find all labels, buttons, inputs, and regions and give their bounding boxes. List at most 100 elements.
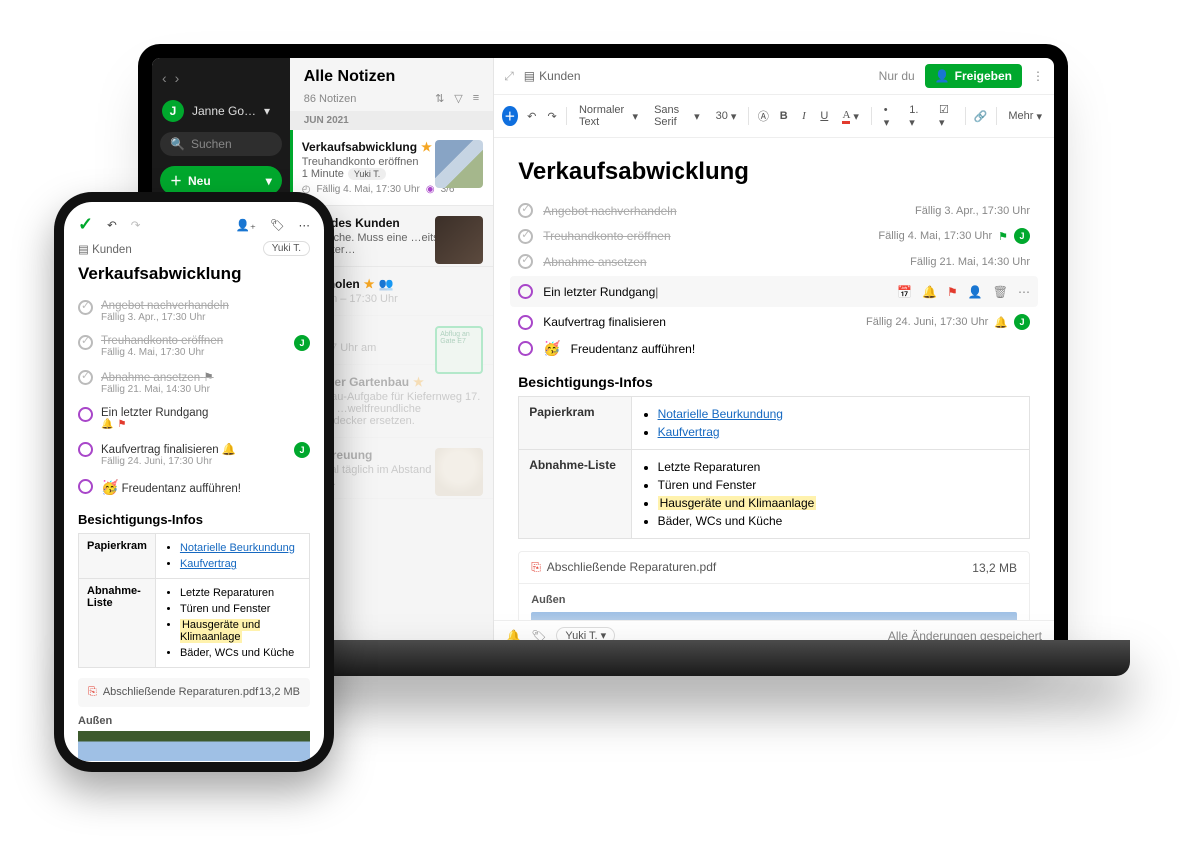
- undo-icon[interactable]: ↶: [107, 218, 117, 232]
- more-icon[interactable]: ⋯: [299, 218, 311, 232]
- sort-icon[interactable]: ⇅: [435, 92, 444, 105]
- chevron-down-icon[interactable]: ▾: [266, 174, 272, 188]
- bullet-list-icon[interactable]: • ▾: [880, 102, 898, 131]
- task-checkbox[interactable]: [518, 254, 533, 269]
- chevron-down-icon: ▾: [694, 110, 700, 123]
- search-icon: 🔍: [170, 137, 185, 151]
- attachment-name: Abschließende Reparaturen.pdf: [547, 560, 716, 574]
- undo-icon[interactable]: ↶: [526, 110, 538, 123]
- chevron-down-icon: ▾: [731, 110, 737, 123]
- attachment-size: 13,2 MB: [972, 561, 1017, 575]
- attachment-block[interactable]: ⎘Abschließende Reparaturen.pdf 13,2 MB: [78, 678, 310, 707]
- document-body[interactable]: Verkaufsabwicklung Angebot nachverhandel…: [494, 138, 1054, 620]
- assignee-avatar: J: [294, 335, 310, 351]
- task-checkbox[interactable]: [518, 315, 533, 330]
- list-item: Letzte Reparaturen: [658, 458, 1019, 476]
- redo-icon[interactable]: ↷: [546, 110, 558, 123]
- list-item: Bäder, WCs und Küche: [180, 645, 301, 661]
- filter-icon[interactable]: ▽: [454, 92, 462, 105]
- chevron-down-icon: ▾: [633, 110, 639, 123]
- table-cell-head: Papierkram: [519, 397, 631, 450]
- note-excerpt: Treuhandkonto eröffnen: [302, 156, 419, 168]
- notebook-selector[interactable]: ▤ Kunden: [78, 242, 132, 256]
- nav-arrows[interactable]: ‹ ›: [160, 66, 282, 96]
- more-icon[interactable]: ⋯: [1018, 285, 1030, 299]
- phone-frame: ✓ ↶ ↷ 👤₊ 🏷 ⋯ ▤ Kunden Yuki T. Verkaufsab…: [54, 192, 334, 772]
- task-checkbox[interactable]: [518, 284, 533, 299]
- back-icon[interactable]: ‹: [162, 70, 167, 86]
- list-item: Hausgeräte und Klimaanlage: [180, 617, 301, 645]
- calendar-icon[interactable]: 📅: [897, 285, 912, 299]
- note-editor: ⤢ ▤ Kunden Nur du 👤 Freigeben ⋮ ＋: [494, 58, 1054, 650]
- share-scope: Nur du: [879, 69, 915, 83]
- task-checkbox[interactable]: [78, 335, 93, 350]
- link-icon[interactable]: 🔗: [974, 110, 988, 123]
- confirm-icon[interactable]: ✓: [78, 214, 93, 235]
- task-checkbox[interactable]: [518, 229, 533, 244]
- task-text: Angebot nachverhandeln: [101, 300, 310, 312]
- note-title[interactable]: Verkaufsabwicklung: [64, 260, 324, 294]
- text-color-icon[interactable]: Ⓐ: [757, 108, 769, 124]
- italic-icon[interactable]: I: [798, 110, 810, 122]
- attachment-block[interactable]: ⎘Abschließende Reparaturen.pdf 13,2 MB A…: [518, 551, 1030, 620]
- numbered-list-icon[interactable]: 1. ▾: [905, 102, 927, 131]
- tag-pill[interactable]: Yuki T.: [263, 241, 310, 256]
- expand-icon[interactable]: ⤢: [504, 69, 514, 84]
- assignee-avatar: J: [294, 442, 310, 458]
- task-checkbox[interactable]: [78, 370, 93, 385]
- more-formatting[interactable]: Mehr ▾: [1004, 108, 1046, 125]
- share-button[interactable]: 👤 Freigeben: [925, 64, 1022, 88]
- font-color-select[interactable]: A ▾: [838, 107, 862, 126]
- insert-button[interactable]: ＋: [502, 106, 517, 126]
- underline-icon[interactable]: U: [818, 110, 830, 122]
- task-checkbox[interactable]: [518, 341, 533, 356]
- user-name: Janne Go…: [192, 104, 256, 118]
- new-note-button[interactable]: ＋Neu ▾: [160, 166, 282, 195]
- view-options-icon[interactable]: ≡: [473, 92, 479, 105]
- font-size-select[interactable]: 30 ▾: [712, 108, 741, 125]
- task-text[interactable]: Ein letzter Rundgang|: [543, 285, 658, 299]
- notebook-selector[interactable]: ▤ Kunden: [524, 69, 581, 83]
- link-notarial[interactable]: Notarielle Beurkundung: [180, 542, 295, 554]
- attachment-preview-image: [531, 612, 1017, 620]
- assignee-icon[interactable]: 👤: [968, 285, 983, 299]
- search-input[interactable]: 🔍 Suchen: [160, 132, 282, 156]
- task-count-icon: ◉: [426, 184, 435, 195]
- pdf-icon: ⎘: [88, 686, 97, 698]
- task-checkbox[interactable]: [78, 300, 93, 315]
- task-text: Kaufvertrag finalisieren: [543, 315, 666, 329]
- link-kaufvertrag[interactable]: Kaufvertrag: [180, 558, 237, 570]
- task-text: Treuhandkonto eröffnen: [101, 335, 286, 347]
- star-icon: ★: [421, 140, 432, 154]
- link-kaufvertrag[interactable]: Kaufvertrag: [658, 425, 720, 439]
- delete-icon[interactable]: 🗑: [993, 285, 1008, 299]
- flag-icon[interactable]: ⚑: [947, 285, 958, 299]
- task-checkbox[interactable]: [78, 407, 93, 422]
- checklist-icon[interactable]: ☑ ▾: [935, 101, 957, 131]
- author-pill: Yuki T.: [348, 168, 386, 180]
- note-title-input[interactable]: Verkaufsabwicklung: [518, 158, 1030, 186]
- bell-icon: 🔔: [994, 316, 1008, 329]
- search-placeholder: Suchen: [191, 137, 232, 151]
- task-checkbox[interactable]: [78, 479, 93, 494]
- tag-icon[interactable]: 🏷: [270, 218, 285, 232]
- pdf-icon: ⎘: [531, 560, 541, 574]
- task-checkbox[interactable]: [78, 442, 93, 457]
- more-icon[interactable]: ⋮: [1032, 69, 1044, 83]
- task-due: Fällig 4. Mai, 17:30 Uhr: [878, 230, 992, 242]
- link-notarial[interactable]: Notarielle Beurkundung: [658, 407, 783, 421]
- note-list-item[interactable]: Verkaufsabwicklung ★ 👥 🔔 Treuhandkonto e…: [290, 130, 493, 206]
- redo-icon[interactable]: ↷: [131, 218, 141, 232]
- note-list-heading: Alle Notizen: [290, 58, 493, 92]
- task-text: Abnahme ansetzen ⚑: [101, 370, 310, 384]
- assignee-avatar: J: [1014, 228, 1030, 244]
- task-checkbox[interactable]: [518, 203, 533, 218]
- add-person-icon[interactable]: 👤₊: [236, 218, 256, 232]
- account-switcher[interactable]: J Janne Go… ▾: [160, 96, 282, 132]
- bold-icon[interactable]: B: [778, 110, 790, 122]
- attachment-caption: Außen: [78, 707, 310, 731]
- paragraph-style-select[interactable]: Normaler Text ▾: [575, 102, 642, 130]
- bell-icon[interactable]: 🔔: [922, 285, 937, 299]
- forward-icon[interactable]: ›: [175, 70, 180, 86]
- font-select[interactable]: Sans Serif ▾: [650, 102, 704, 130]
